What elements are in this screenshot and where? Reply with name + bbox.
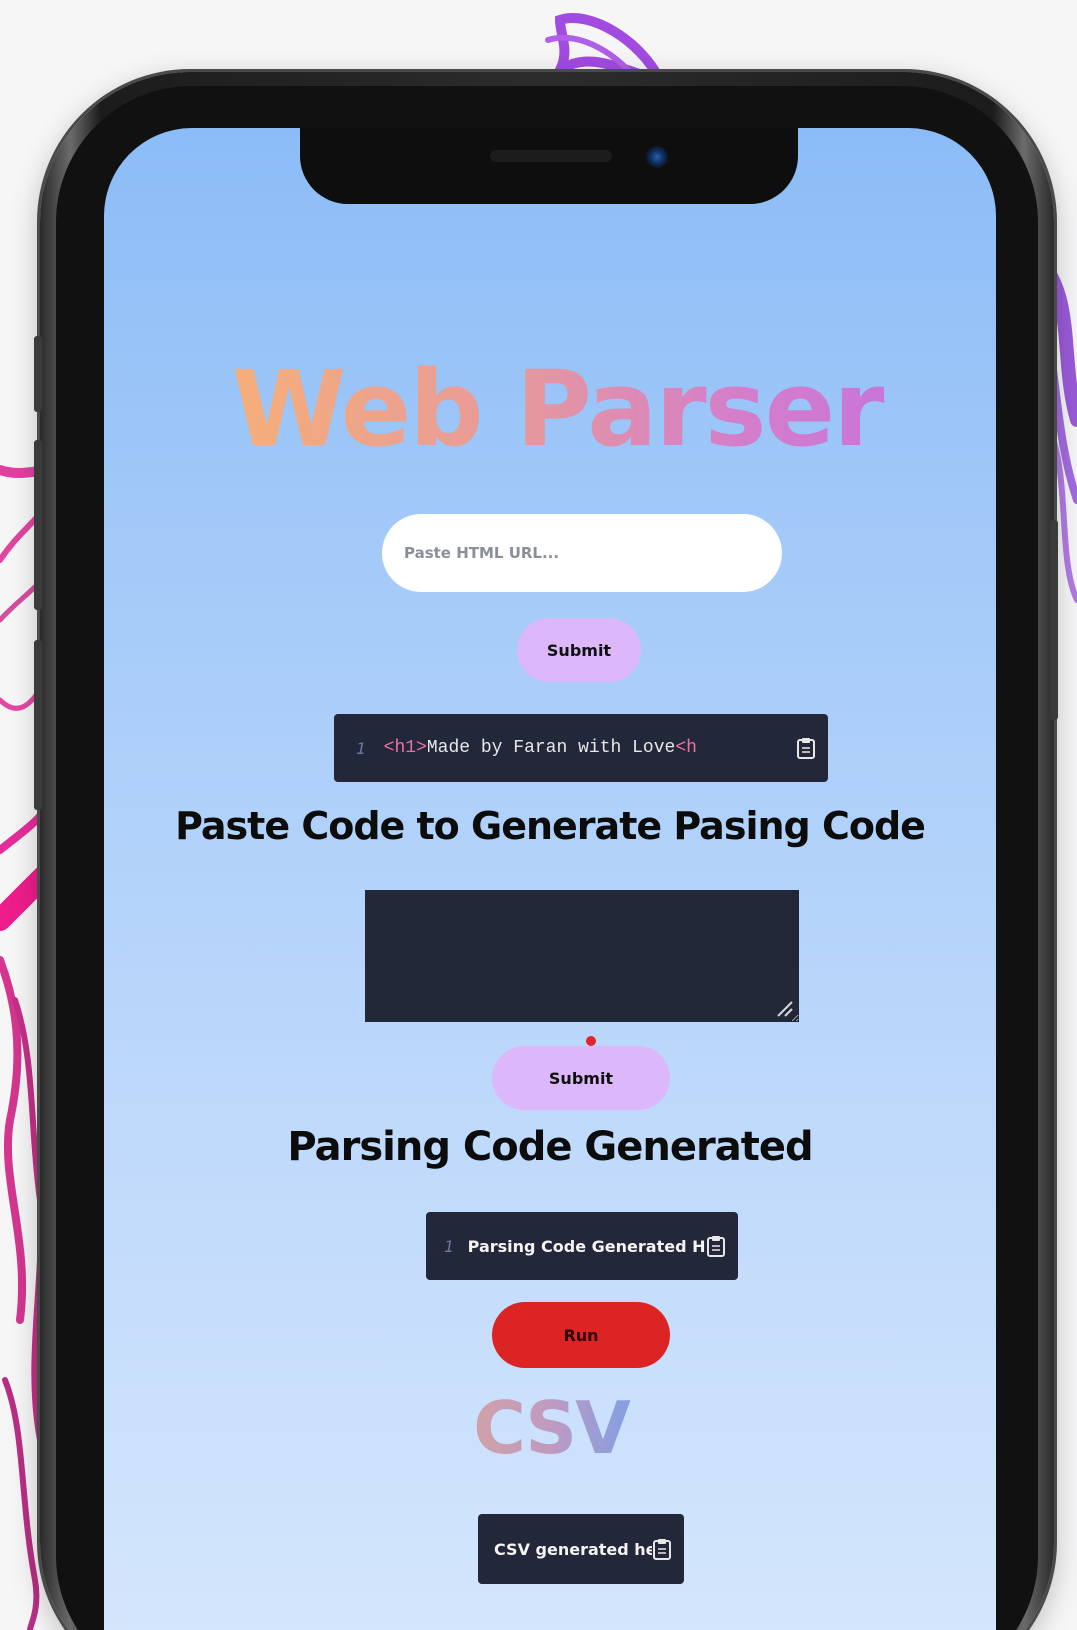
paste-code-heading: Paste Code to Generate Pasing Code	[175, 804, 926, 848]
csv-output-text: CSV generated he	[494, 1539, 652, 1559]
csv-output-box: CSV generated he	[478, 1514, 684, 1584]
phone-speaker	[490, 150, 612, 162]
clipboard-icon[interactable]	[706, 1235, 726, 1257]
resize-handle-icon[interactable]	[774, 998, 794, 1018]
phone-volume-up-button	[34, 440, 42, 610]
phone-mute-switch	[34, 336, 42, 412]
clipboard-icon[interactable]	[652, 1538, 672, 1560]
phone-power-button	[1050, 520, 1058, 720]
phone-volume-down-button	[34, 640, 42, 810]
html-output-code: <h1>Made by Faran with Love<h	[384, 738, 796, 758]
csv-heading: CSV	[104, 1386, 996, 1470]
code-submit-button[interactable]: Submit	[492, 1046, 670, 1110]
code-textarea[interactable]	[365, 890, 799, 1022]
line-number: 1	[356, 738, 366, 758]
line-number: 1	[444, 1236, 454, 1256]
parsing-output-box: 1 Parsing Code Generated He	[426, 1212, 738, 1280]
clipboard-icon[interactable]	[796, 737, 816, 759]
parsing-output-text: Parsing Code Generated He	[467, 1236, 706, 1256]
web-parser-app: Web Parser Submit 1 <h1>Made by Faran wi…	[104, 128, 996, 1630]
url-input[interactable]	[382, 514, 782, 592]
parsing-code-heading: Parsing Code Generated	[287, 1124, 813, 1170]
code-content: Made by Faran with Love	[426, 738, 676, 758]
indicator-dot	[586, 1036, 596, 1046]
url-submit-button[interactable]: Submit	[517, 618, 641, 682]
front-camera	[646, 146, 668, 168]
stage: Web Parser Submit 1 <h1>Made by Faran wi…	[0, 0, 1077, 1630]
phone-notch	[300, 128, 798, 204]
tag-close: <h	[675, 738, 697, 758]
app-title: Web Parser	[104, 348, 996, 470]
run-button[interactable]: Run	[492, 1302, 670, 1368]
html-output-box: 1 <h1>Made by Faran with Love<h	[334, 714, 828, 782]
tag-open: <h1>	[383, 738, 427, 758]
